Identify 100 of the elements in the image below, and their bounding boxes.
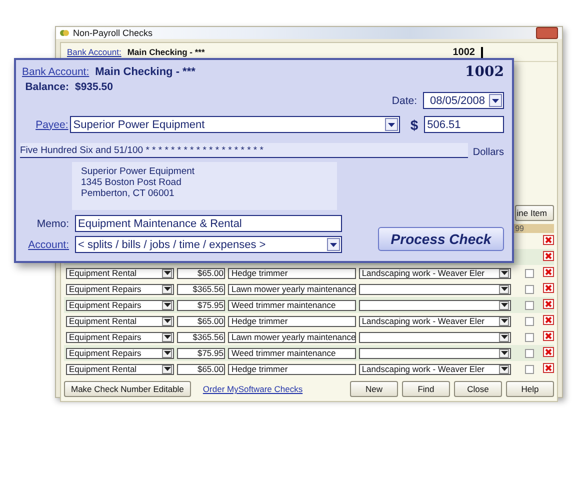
window-title: Non-Payroll Checks xyxy=(73,28,153,38)
address-line: 1345 Boston Post Road xyxy=(81,177,182,188)
amount-in-words: Five Hundred Six and 51/100 * * * * * * * * * * * * * * * * * * * xyxy=(20,143,468,158)
process-check-button[interactable]: Process Check xyxy=(378,227,504,251)
dropdown-button[interactable] xyxy=(162,316,172,326)
line-item-button[interactable]: ine Item xyxy=(514,205,554,221)
dropdown-button[interactable] xyxy=(162,364,172,374)
caret-icon xyxy=(500,303,508,307)
amount-field[interactable]: $365.56 xyxy=(177,284,226,294)
caret-icon xyxy=(164,287,171,291)
memo-field[interactable]: Hedge trimmer xyxy=(228,268,356,278)
memo-field[interactable]: Weed trimmer maintenance xyxy=(228,348,356,358)
caret-icon xyxy=(164,271,171,275)
dropdown-button[interactable] xyxy=(499,268,510,278)
account-link[interactable]: Account: xyxy=(20,238,69,250)
checkbox[interactable] xyxy=(525,364,534,374)
dropdown-button[interactable] xyxy=(499,348,510,358)
memo-field[interactable]: Hedge trimmer xyxy=(228,364,356,374)
dropdown-button[interactable] xyxy=(489,94,502,107)
account-dropdown[interactable]: Equipment Repairs xyxy=(66,332,174,342)
dropdown-button[interactable] xyxy=(499,332,510,342)
delete-icon[interactable] xyxy=(543,235,554,245)
dropdown-button[interactable] xyxy=(162,284,172,294)
amount-field[interactable]: $75.95 xyxy=(177,300,226,310)
memo-field[interactable]: Weed trimmer maintenance xyxy=(228,300,356,310)
job-dropdown[interactable] xyxy=(358,348,512,358)
order-checks-link[interactable]: Order MySoftware Checks xyxy=(202,384,303,394)
checkbox[interactable] xyxy=(525,284,534,294)
job-dropdown[interactable]: Landscaping work - Weaver Eler xyxy=(358,364,512,374)
delete-icon[interactable] xyxy=(543,283,554,293)
account-dropdown[interactable]: Equipment Repairs xyxy=(66,284,174,294)
payee-dropdown[interactable]: Superior Power Equipment xyxy=(70,116,400,133)
date-dropdown[interactable]: 08/05/2008 xyxy=(423,92,504,109)
bank-account-link[interactable]: Bank Account: xyxy=(67,47,122,57)
address-line: Superior Power Equipment xyxy=(81,166,196,177)
dropdown-button[interactable] xyxy=(385,118,398,131)
delete-icon[interactable] xyxy=(543,363,554,373)
dropdown-button[interactable] xyxy=(499,300,510,310)
checkbox[interactable] xyxy=(525,268,534,278)
account-dropdown[interactable]: Equipment Repairs xyxy=(66,348,174,358)
caret-icon xyxy=(492,98,499,102)
checkbox[interactable] xyxy=(525,300,534,310)
amount-field[interactable]: $65.00 xyxy=(177,316,226,326)
balance-label: Balance: xyxy=(24,81,69,93)
account-dropdown[interactable]: Equipment Rental xyxy=(66,316,174,326)
job-dropdown[interactable] xyxy=(358,300,512,310)
memo-field[interactable]: Hedge trimmer xyxy=(228,316,356,326)
check-number: 1002 xyxy=(465,64,504,80)
delete-icon[interactable] xyxy=(543,331,554,341)
job-dropdown[interactable] xyxy=(358,332,512,342)
amount-field[interactable]: $65.00 xyxy=(177,364,226,374)
dropdown-button[interactable] xyxy=(499,316,510,326)
account-dropdown[interactable]: Equipment Rental xyxy=(66,364,174,374)
caret-icon xyxy=(500,319,508,323)
checkbox[interactable] xyxy=(525,332,534,342)
balance-amount: $935.50 xyxy=(75,81,113,93)
bank-account-link[interactable]: Bank Account: xyxy=(22,66,90,78)
caret-icon xyxy=(500,271,508,275)
footer-button[interactable]: New xyxy=(350,381,398,397)
amount-field[interactable]: $365.56 xyxy=(177,332,226,342)
caret-icon xyxy=(500,367,508,371)
dropdown-button[interactable] xyxy=(162,268,172,278)
checkbox[interactable] xyxy=(525,316,534,326)
job-dropdown[interactable]: Landscaping work - Weaver Eler xyxy=(358,316,512,326)
account-dropdown[interactable]: < splits / bills / jobs / time / expenses > xyxy=(75,236,342,253)
delete-icon[interactable] xyxy=(543,251,554,261)
dollars-label: Dollars xyxy=(472,147,504,158)
dropdown-button[interactable] xyxy=(162,332,172,342)
dropdown-button[interactable] xyxy=(162,348,172,358)
amount-field[interactable]: $75.95 xyxy=(177,348,226,358)
caret-icon xyxy=(164,303,171,307)
caret-icon xyxy=(330,242,337,246)
make-editable-button[interactable]: Make Check Number Editable xyxy=(64,381,191,397)
account-dropdown[interactable]: Equipment Rental xyxy=(66,268,174,278)
amount-field[interactable]: $65.00 xyxy=(177,268,226,278)
payee-link[interactable]: Payee: xyxy=(20,118,68,130)
caret-icon xyxy=(164,335,171,339)
footer-button[interactable]: Help xyxy=(506,381,554,397)
checkbox[interactable] xyxy=(525,348,534,358)
footer-button[interactable]: Close xyxy=(454,381,502,397)
memo-field[interactable]: Equipment Maintenance & Rental xyxy=(75,215,342,232)
delete-icon[interactable] xyxy=(543,347,554,357)
dropdown-button[interactable] xyxy=(327,238,340,251)
caret-icon xyxy=(164,367,171,371)
job-dropdown[interactable]: Landscaping work - Weaver Eler xyxy=(358,268,512,278)
dropdown-button[interactable] xyxy=(499,364,510,374)
delete-icon[interactable] xyxy=(543,315,554,325)
coins-icon xyxy=(60,29,69,37)
account-dropdown[interactable]: Equipment Repairs xyxy=(66,300,174,310)
dropdown-button[interactable] xyxy=(162,300,172,310)
date-label: Date: xyxy=(392,94,417,106)
account-name: Main Checking - *** xyxy=(127,47,205,57)
delete-icon[interactable] xyxy=(543,299,554,309)
job-dropdown[interactable] xyxy=(358,284,512,294)
amount-field[interactable]: 506.51 xyxy=(424,116,504,133)
address-line: Pemberton, CT 06001 xyxy=(81,188,176,199)
footer-button[interactable]: Find xyxy=(402,381,450,397)
delete-icon[interactable] xyxy=(543,267,554,277)
dropdown-button[interactable] xyxy=(499,284,510,294)
caret-icon xyxy=(164,351,171,355)
